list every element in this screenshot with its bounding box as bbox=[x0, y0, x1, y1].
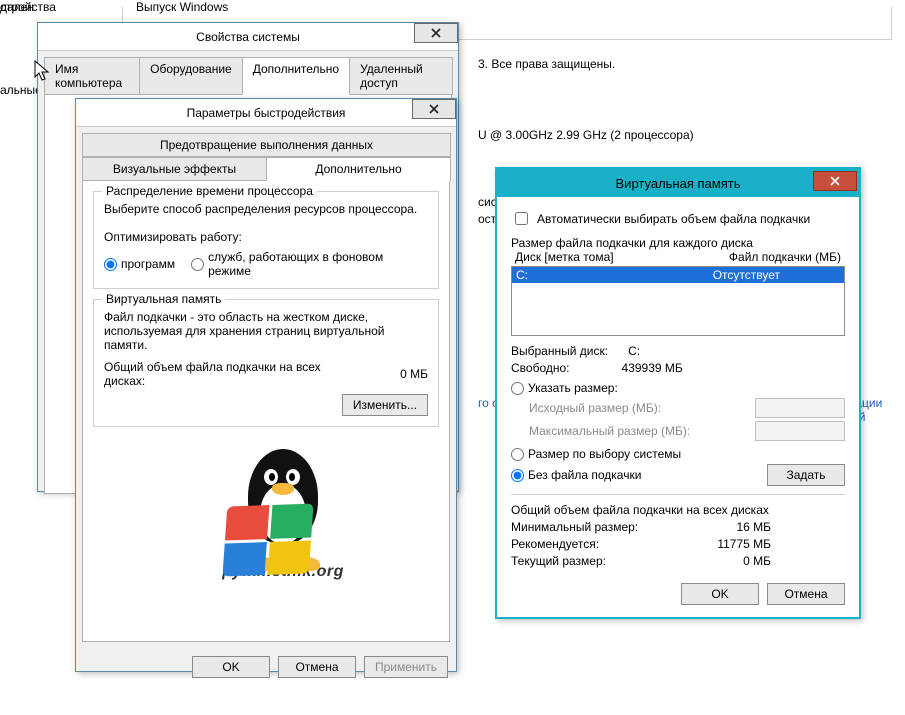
selected-drive-label: Выбранный диск: bbox=[511, 344, 608, 358]
radio-programs[interactable]: программ bbox=[104, 257, 175, 271]
current-size-label: Текущий размер: bbox=[511, 554, 606, 568]
bg-rights: 3. Все права защищены. bbox=[478, 57, 615, 71]
close-button[interactable] bbox=[414, 23, 458, 43]
radio-none-input[interactable] bbox=[511, 469, 524, 482]
drive-row-status: Отсутствует bbox=[713, 268, 780, 282]
vm-title: Виртуальная память bbox=[616, 176, 741, 191]
recommended-value: 11775 МБ bbox=[717, 537, 771, 551]
bg-cpu: U @ 3.00GHz 2.99 GHz (2 процессора) bbox=[478, 128, 694, 142]
radio-programs-label: программ bbox=[121, 257, 175, 271]
tab-dep[interactable]: Предотвращение выполнения данных bbox=[82, 133, 451, 157]
min-size-value: 16 МБ bbox=[736, 520, 771, 534]
radio-services-label: служб, работающих в фоновом режиме bbox=[208, 250, 428, 278]
scheduling-desc: Выберите способ распределения ресурсов п… bbox=[104, 202, 428, 216]
size-each-label: Размер файла подкачки для каждого диска bbox=[511, 236, 845, 250]
windows-edition-label: Выпуск Windows bbox=[132, 0, 232, 14]
ok-button[interactable]: OK bbox=[192, 656, 270, 678]
radio-programs-input[interactable] bbox=[104, 258, 117, 271]
scheduling-group-label: Распределение времени процессора bbox=[102, 184, 317, 198]
tab-advanced[interactable]: Дополнительно bbox=[242, 57, 350, 95]
sysprops-title: Свойства системы bbox=[196, 30, 300, 44]
ok-button[interactable]: OK bbox=[681, 583, 759, 605]
perf-tabs-row2: Предотвращение выполнения данных bbox=[76, 127, 456, 157]
apply-button: Применить bbox=[364, 656, 448, 678]
tab-visual-effects[interactable]: Визуальные эффекты bbox=[82, 157, 267, 181]
perf-tabs-row1: Визуальные эффекты Дополнительно bbox=[76, 157, 456, 181]
radio-none-label: Без файла подкачки bbox=[528, 468, 641, 482]
radio-custom-label: Указать размер: bbox=[528, 381, 618, 395]
close-icon bbox=[830, 176, 840, 186]
sysprops-titlebar[interactable]: Свойства системы bbox=[38, 23, 458, 51]
virtual-memory-group: Виртуальная память Файл подкачки - это о… bbox=[93, 299, 439, 427]
close-icon bbox=[429, 104, 439, 114]
drive-row-drive: C: bbox=[516, 268, 528, 282]
auto-manage-label: Автоматически выбирать объем файла подка… bbox=[537, 212, 810, 226]
radio-system-input[interactable] bbox=[511, 448, 524, 461]
scheduling-group: Распределение времени процессора Выберит… bbox=[93, 191, 439, 289]
recommended-label: Рекомендуется: bbox=[511, 537, 599, 551]
radio-services-input[interactable] bbox=[191, 258, 204, 271]
vm-body: Автоматически выбирать объем файла подка… bbox=[497, 197, 859, 617]
optimize-label: Оптимизировать работу: bbox=[104, 230, 428, 244]
auto-manage-input[interactable] bbox=[515, 212, 528, 225]
radio-services[interactable]: служб, работающих в фоновом режиме bbox=[191, 250, 428, 278]
drive-list-header: Диск [метка тома] Файл подкачки (МБ) bbox=[511, 250, 845, 264]
initial-size-input bbox=[755, 398, 845, 418]
cancel-button[interactable]: Отмена bbox=[767, 583, 845, 605]
radio-system-managed[interactable]: Размер по выбору системы bbox=[511, 447, 845, 461]
vm-group-label: Виртуальная память bbox=[102, 292, 225, 306]
vm-titlebar[interactable]: Виртуальная память bbox=[497, 169, 859, 197]
drive-row-selected[interactable]: C: Отсутствует bbox=[512, 267, 844, 283]
close-button[interactable] bbox=[813, 171, 857, 191]
col-pagefile: Файл подкачки (МБ) bbox=[729, 250, 841, 264]
min-size-label: Минимальный размер: bbox=[511, 520, 638, 534]
vm-total-value: 0 МБ bbox=[400, 367, 428, 381]
perf-title: Параметры быстродействия bbox=[187, 106, 346, 120]
tab-hardware[interactable]: Оборудование bbox=[139, 57, 243, 95]
max-size-label: Максимальный размер (МБ): bbox=[529, 424, 690, 438]
radio-no-pagefile[interactable]: Без файла подкачки bbox=[511, 468, 641, 482]
optimize-radios: программ служб, работающих в фоновом реж… bbox=[104, 250, 428, 278]
radio-custom-size[interactable]: Указать размер: bbox=[511, 381, 845, 395]
bg-fragment: дален bbox=[0, 0, 34, 14]
vm-total-label: Общий объем файла подкачки на всех диска… bbox=[104, 360, 324, 388]
tab-computer-name[interactable]: Имя компьютера bbox=[44, 57, 140, 95]
free-space-label: Свободно: bbox=[511, 361, 570, 375]
set-button[interactable]: Задать bbox=[767, 464, 845, 486]
radio-custom-input[interactable] bbox=[511, 382, 524, 395]
selected-drive-value: C: bbox=[628, 344, 845, 358]
perf-tabbody: Распределение времени процессора Выберит… bbox=[82, 180, 450, 642]
radio-system-label: Размер по выбору системы bbox=[528, 447, 681, 461]
vm-desc: Файл подкачки - это область на жестком д… bbox=[104, 310, 414, 352]
current-size-value: 0 МБ bbox=[743, 554, 771, 568]
cancel-button[interactable]: Отмена bbox=[278, 656, 356, 678]
windows-flag-icon bbox=[222, 504, 313, 577]
initial-size-label: Исходный размер (МБ): bbox=[529, 401, 661, 415]
max-size-input bbox=[755, 421, 845, 441]
close-icon bbox=[431, 28, 441, 38]
perf-titlebar[interactable]: Параметры быстродействия bbox=[76, 99, 456, 127]
perf-button-row: OK Отмена Применить bbox=[76, 648, 456, 686]
total-all-label: Общий объем файла подкачки на всех диска… bbox=[511, 503, 845, 517]
virtual-memory-window: Виртуальная память Автоматически выбират… bbox=[495, 167, 861, 619]
tab-remote[interactable]: Удаленный доступ bbox=[349, 57, 453, 95]
col-disk: Диск [метка тома] bbox=[515, 250, 614, 264]
change-button[interactable]: Изменить... bbox=[342, 394, 428, 416]
performance-options-window: Параметры быстродействия Предотвращение … bbox=[75, 98, 457, 672]
free-space-value: 439939 МБ bbox=[622, 361, 846, 375]
auto-manage-checkbox[interactable]: Автоматически выбирать объем файла подка… bbox=[511, 209, 845, 228]
drive-listbox[interactable]: C: Отсутствует bbox=[511, 266, 845, 336]
close-button[interactable] bbox=[412, 99, 456, 119]
tab-perf-advanced[interactable]: Дополнительно bbox=[266, 157, 451, 181]
sysprops-tabs: Имя компьютера Оборудование Дополнительн… bbox=[38, 51, 458, 95]
